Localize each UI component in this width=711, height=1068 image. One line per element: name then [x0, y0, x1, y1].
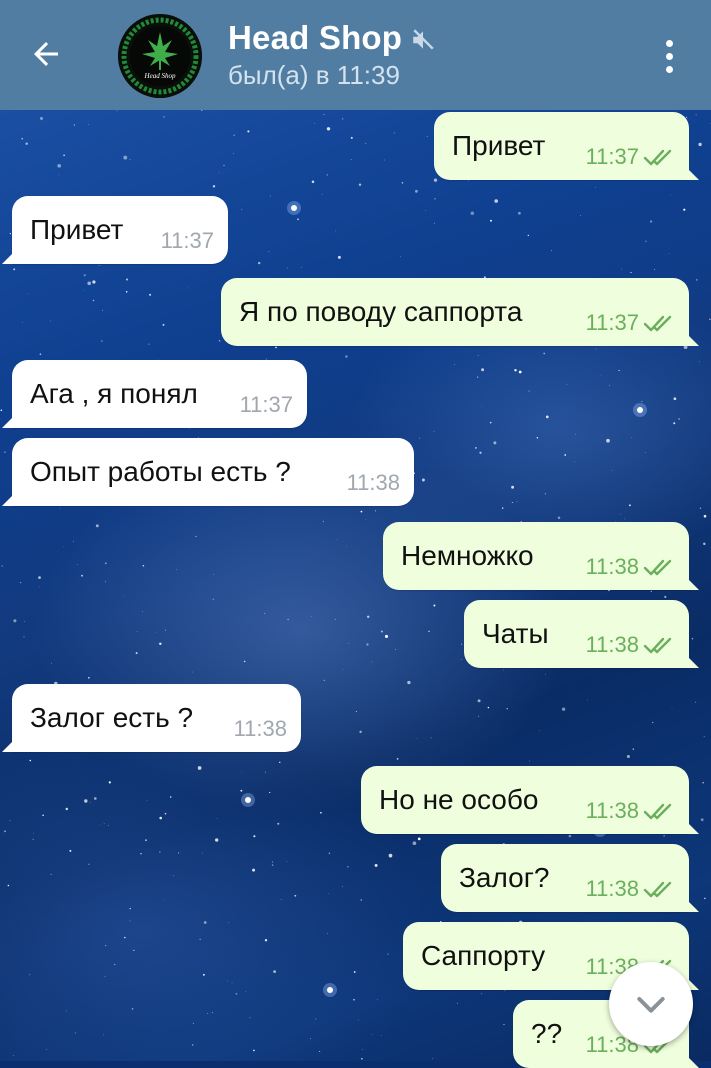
message-text: Опыт работы есть ? [30, 456, 291, 487]
incoming-message[interactable]: Опыт работы есть ? 11:38 [2, 438, 414, 506]
message-meta: 11:38 [586, 798, 675, 824]
incoming-message[interactable]: Ага , я понял 11:37 [2, 360, 307, 428]
outgoing-message[interactable]: Но не особо 11:38 [361, 766, 699, 834]
message-time: 11:38 [346, 470, 400, 495]
message-text: Ага , я понял [30, 378, 198, 409]
outgoing-message[interactable]: Немножко 11:38 [383, 522, 699, 590]
message-time: 11:38 [585, 798, 639, 823]
title-row[interactable]: Head Shop [228, 16, 436, 60]
message-time: 11:38 [233, 716, 287, 741]
outgoing-message[interactable]: Чаты 11:38 [464, 600, 699, 668]
chat-header: Head Shop Head Shop был(а) в 11:39 [0, 0, 711, 110]
message-time: 11:38 [585, 876, 639, 901]
message-meta: 11:38 [347, 470, 400, 496]
message-time: 11:37 [585, 310, 639, 335]
message-text: Я по поводу саппорта [239, 296, 523, 327]
more-menu-button[interactable] [657, 34, 681, 78]
outgoing-message[interactable]: Привет 11:37 [434, 112, 699, 180]
message-text: Чаты [482, 618, 549, 649]
chat-title: Head Shop [228, 19, 403, 56]
scroll-down-button[interactable] [609, 962, 693, 1046]
message-meta: 11:38 [234, 716, 287, 742]
chevron-down-icon [637, 997, 665, 1013]
message-meta: 11:38 [586, 632, 675, 658]
incoming-message[interactable]: Залог есть ? 11:38 [2, 684, 301, 752]
message-meta: 11:38 [586, 876, 675, 902]
message-time: 11:38 [585, 632, 639, 657]
double-check-icon [643, 559, 672, 576]
incoming-message[interactable]: Привет 11:37 [2, 196, 228, 264]
message-text: Привет [452, 130, 546, 161]
message-meta: 11:37 [586, 310, 675, 336]
double-check-icon [643, 637, 672, 654]
double-check-icon [643, 315, 672, 332]
avatar[interactable]: Head Shop [118, 14, 202, 98]
message-text: Саппорту [421, 940, 546, 971]
double-check-icon [643, 881, 672, 898]
message-meta: 11:37 [586, 144, 675, 170]
message-text: Немножко [401, 540, 534, 571]
arrow-left-icon [34, 42, 58, 66]
message-time: 11:37 [585, 144, 639, 169]
message-text: Залог есть ? [30, 702, 194, 733]
avatar-logo-text: Head Shop [144, 72, 176, 80]
message-text: Но не особо [379, 784, 539, 815]
message-time: 11:38 [585, 554, 639, 579]
message-meta: 11:38 [586, 554, 675, 580]
double-check-icon [643, 803, 672, 820]
message-time: 11:37 [160, 228, 214, 253]
speaker-muted-icon [413, 29, 434, 50]
message-text: ?? [531, 1018, 563, 1049]
message-meta: 11:37 [240, 392, 293, 418]
outgoing-message[interactable]: Я по поводу саппорта 11:37 [221, 278, 699, 346]
message-meta: 11:37 [161, 228, 214, 254]
double-check-icon [643, 149, 672, 166]
message-text: Привет [30, 214, 124, 245]
message-time: 11:37 [239, 392, 293, 417]
back-button[interactable] [24, 32, 68, 76]
more-vertical-icon [665, 39, 673, 47]
outgoing-message[interactable]: Залог? 11:38 [441, 844, 699, 912]
message-text: Залог? [459, 862, 550, 893]
last-seen-status: был(а) в 11:39 [228, 60, 400, 90]
